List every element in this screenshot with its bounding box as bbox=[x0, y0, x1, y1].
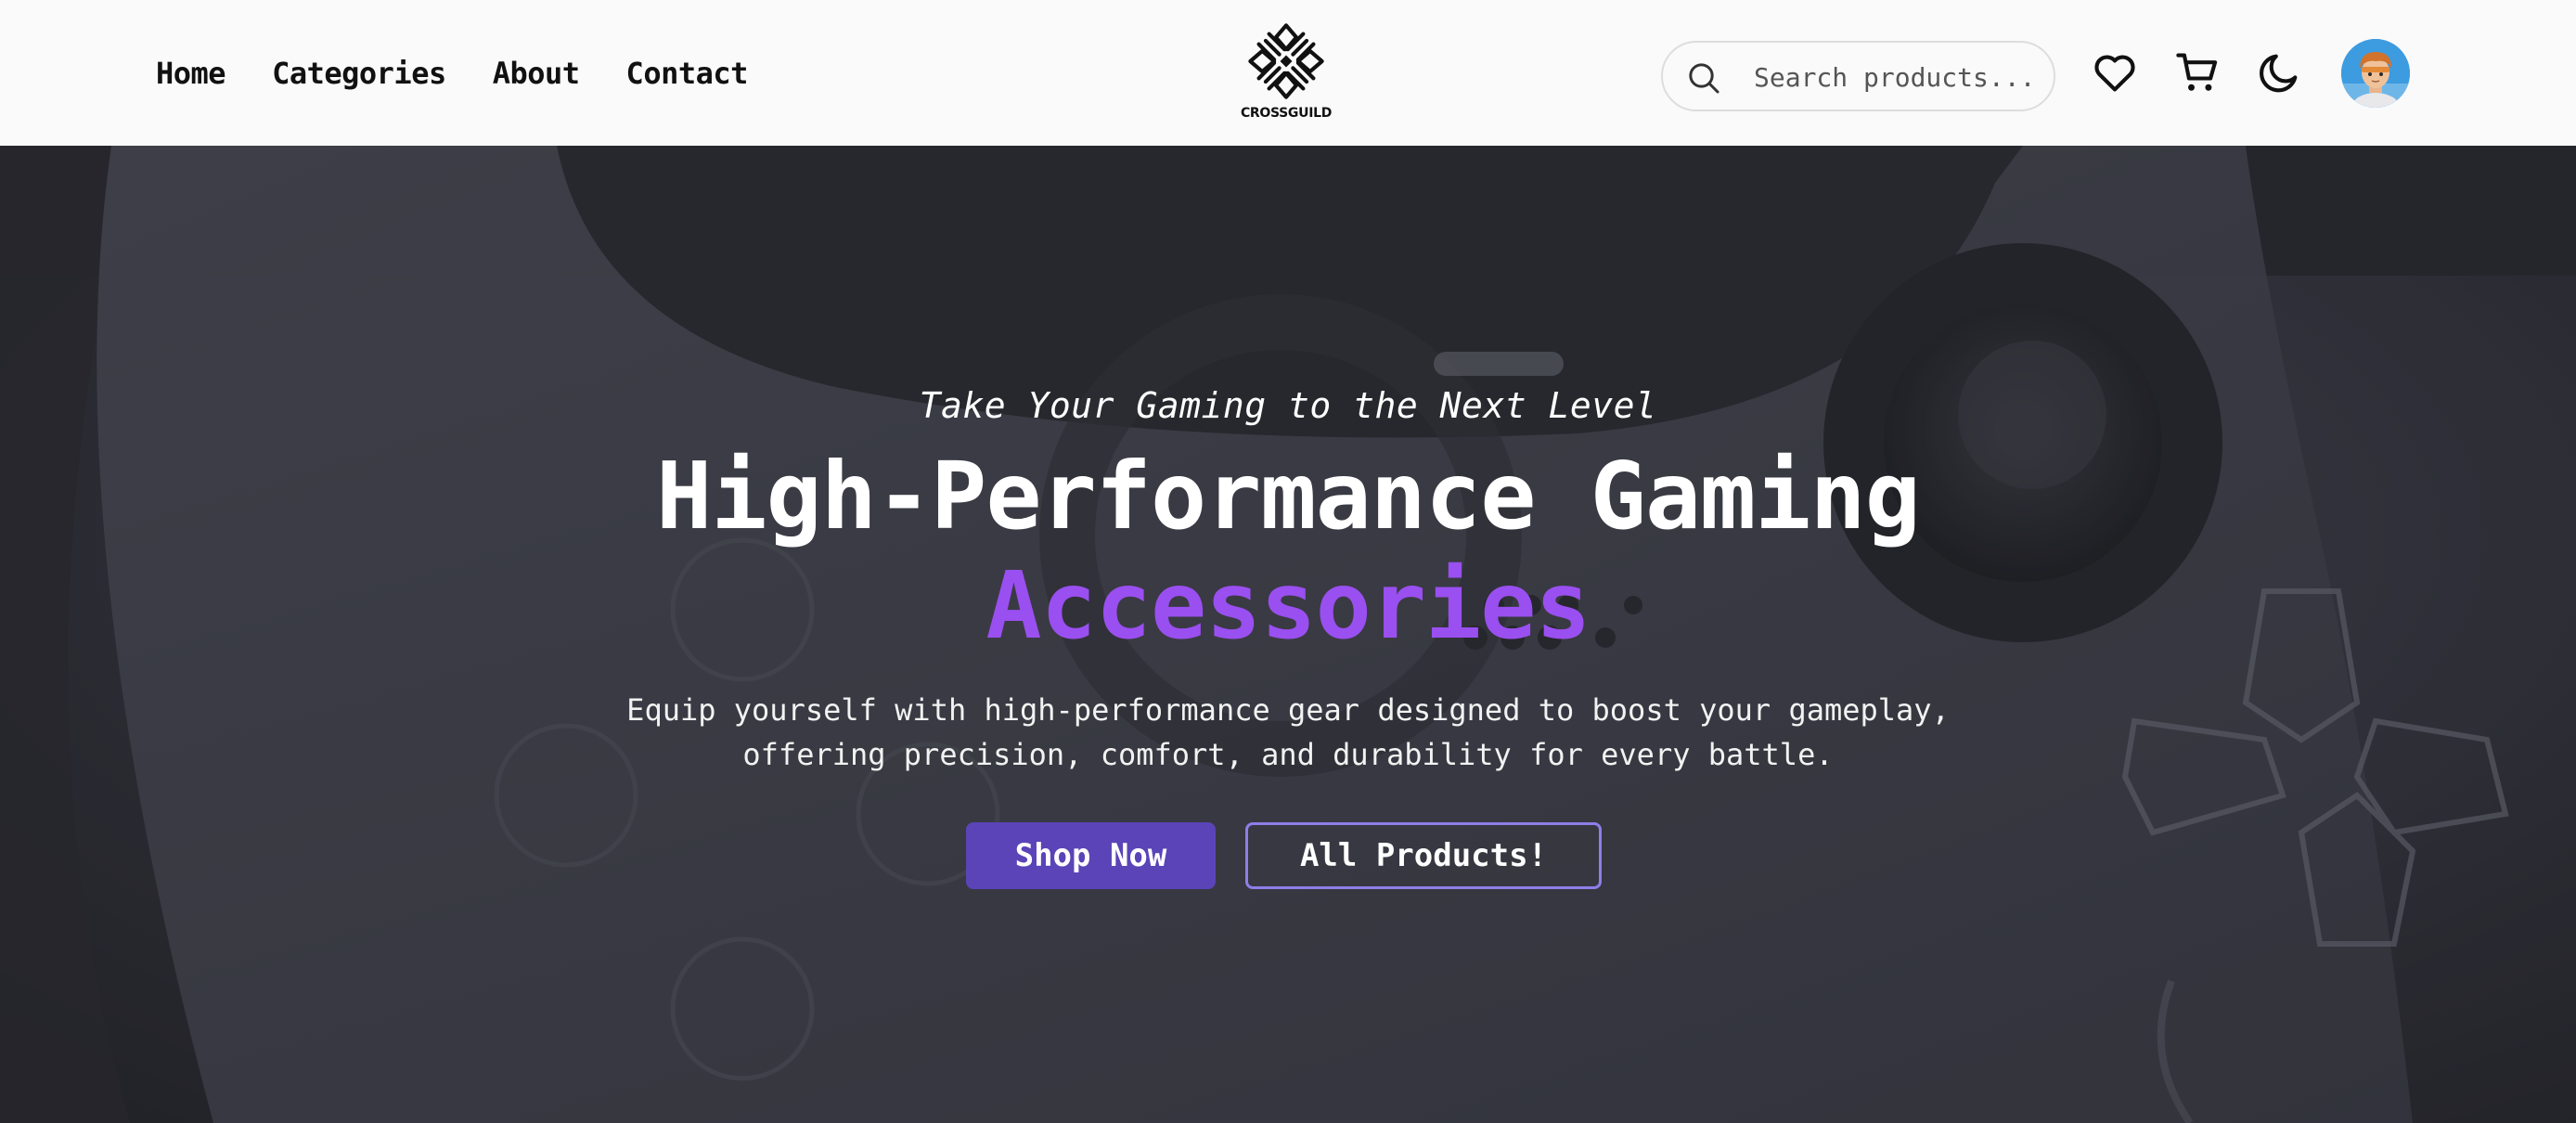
nav-link-categories[interactable]: Categories bbox=[272, 56, 446, 91]
hero-title: High-Performance Gaming bbox=[656, 442, 1921, 550]
nav-link-contact[interactable]: Contact bbox=[626, 56, 749, 91]
nav-link-home[interactable]: Home bbox=[156, 56, 226, 91]
user-avatar[interactable] bbox=[2341, 39, 2410, 108]
hero-banner: Take Your Gaming to the Next Level High-… bbox=[0, 146, 2576, 1123]
logo-wordmark: CROSSGUILD bbox=[1240, 106, 1333, 121]
hero-title-accent: Accessories bbox=[985, 551, 1591, 660]
heart-icon bbox=[2094, 55, 2135, 92]
search-icon bbox=[1689, 63, 1719, 94]
wishlist-button[interactable] bbox=[2091, 48, 2139, 97]
cart-button[interactable] bbox=[2173, 48, 2222, 97]
nav-link-about[interactable]: About bbox=[493, 56, 580, 91]
avatar-illustration bbox=[2341, 39, 2410, 108]
shop-now-button[interactable]: Shop Now bbox=[966, 822, 1216, 889]
main-nav: Home Categories About Contact bbox=[156, 0, 748, 146]
brand-logo[interactable]: CROSSGUILD bbox=[1240, 19, 1333, 123]
top-navbar: Home Categories About Contact CROSSGUILD… bbox=[0, 0, 2576, 146]
moon-icon bbox=[2260, 54, 2298, 93]
hero-description-line-2: offering precision, comfort, and durabil… bbox=[742, 737, 1834, 772]
search-input[interactable] bbox=[1752, 56, 2040, 98]
hero-tagline: Take Your Gaming to the Next Level bbox=[919, 385, 1657, 426]
search-bar[interactable] bbox=[1661, 41, 2055, 111]
crossguild-logo-icon bbox=[1248, 23, 1324, 99]
theme-toggle-button[interactable] bbox=[2255, 48, 2303, 97]
all-products-button[interactable]: All Products! bbox=[1245, 822, 1602, 889]
cart-icon bbox=[2176, 53, 2218, 91]
hero-description: Equip yourself with high-performance gea… bbox=[557, 688, 2019, 777]
hero-description-line-1: Equip yourself with high-performance gea… bbox=[626, 692, 1950, 728]
